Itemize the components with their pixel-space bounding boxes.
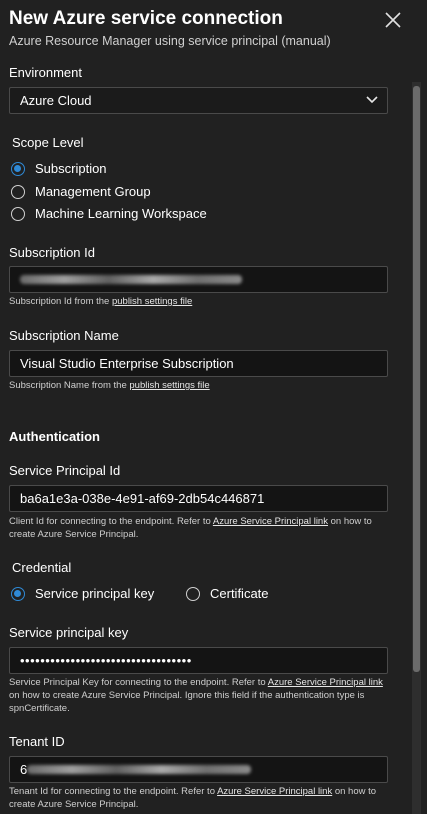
radio-icon <box>11 185 25 199</box>
azure-service-principal-link[interactable]: Azure Service Principal link <box>217 786 332 797</box>
authentication-heading: Authentication <box>9 429 100 444</box>
radio-selected-icon <box>11 587 25 601</box>
scope-level-label: Scope Level <box>12 135 84 150</box>
publish-settings-link[interactable]: publish settings file <box>112 296 192 307</box>
service-principal-id-label: Service Principal Id <box>9 463 121 478</box>
redacted-value <box>27 765 252 774</box>
panel-subtitle: Azure Resource Manager using service pri… <box>9 34 331 48</box>
scrollbar-thumb[interactable] <box>413 86 420 672</box>
radio-icon <box>11 207 25 221</box>
subscription-name-label: Subscription Name <box>9 328 119 343</box>
close-icon[interactable] <box>384 11 402 29</box>
subscription-name-help: Subscription Name from the publish setti… <box>9 380 210 391</box>
environment-label: Environment <box>9 65 82 80</box>
azure-service-principal-link[interactable]: Azure Service Principal link <box>213 516 328 527</box>
subscription-id-help: Subscription Id from the publish setting… <box>9 296 193 307</box>
tenant-id-help: Tenant Id for connecting to the endpoint… <box>9 786 377 810</box>
azure-service-principal-link[interactable]: Azure Service Principal link <box>268 677 383 688</box>
environment-select[interactable]: Azure Cloud <box>9 87 388 114</box>
radio-icon <box>186 587 200 601</box>
service-principal-key-help: Service Principal Key for connecting to … <box>9 677 383 714</box>
panel-title: New Azure service connection <box>9 8 283 29</box>
radio-selected-icon <box>11 162 25 176</box>
subscription-id-label: Subscription Id <box>9 245 95 260</box>
tenant-id-label: Tenant ID <box>9 734 65 749</box>
redacted-value <box>20 275 242 284</box>
service-connection-panel: New Azure service connection Azure Resou… <box>0 0 427 814</box>
service-principal-key-input[interactable]: •••••••••••••••••••••••••••••••••• <box>9 647 388 674</box>
service-principal-id-input[interactable]: ba6a1e3a-038e-4e91-af69-2db54c446871 <box>9 485 388 512</box>
subscription-name-input[interactable]: Visual Studio Enterprise Subscription <box>9 350 388 377</box>
chevron-down-icon <box>366 96 378 104</box>
service-principal-key-label: Service principal key <box>9 625 129 640</box>
service-principal-id-help: Client Id for connecting to the endpoint… <box>9 516 372 540</box>
publish-settings-link[interactable]: publish settings file <box>129 380 209 391</box>
tenant-id-input[interactable]: 6 <box>9 756 388 783</box>
environment-value: Azure Cloud <box>20 93 92 108</box>
credential-label: Credential <box>12 560 72 575</box>
subscription-id-input[interactable] <box>9 266 388 293</box>
